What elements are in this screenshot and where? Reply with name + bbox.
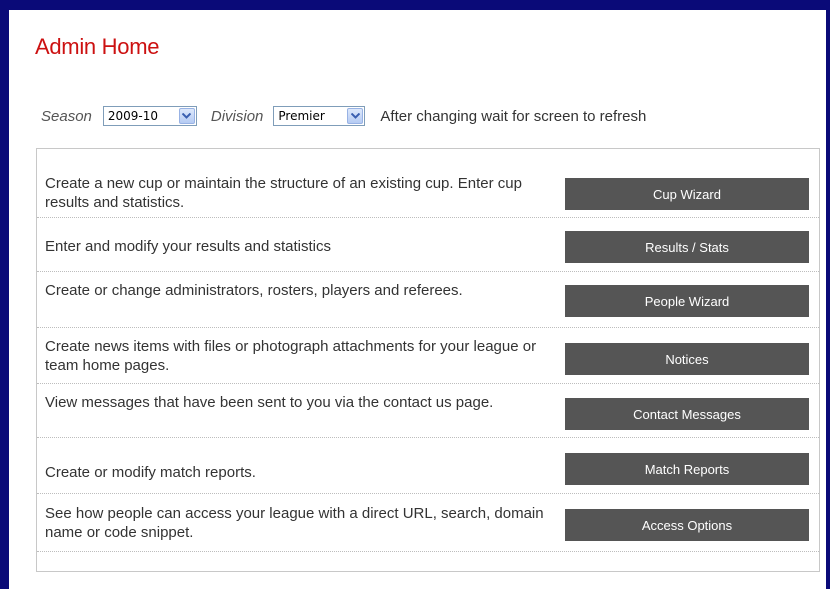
refresh-hint: After changing wait for screen to refres… xyxy=(380,107,647,125)
season-value: 2009-10 xyxy=(107,109,159,123)
people-wizard-button[interactable]: People Wizard xyxy=(565,285,809,317)
page-title: Admin Home xyxy=(35,34,160,59)
table-row: Create or change administrators, rosters… xyxy=(37,272,819,328)
table-row: View messages that have been sent to you… xyxy=(37,384,819,438)
window-frame-right xyxy=(826,0,830,589)
table-row: Enter and modify your results and statis… xyxy=(37,218,819,272)
row-description: Create or change administrators, rosters… xyxy=(45,282,463,299)
cup-wizard-button[interactable]: Cup Wizard xyxy=(565,178,809,210)
chevron-down-icon[interactable] xyxy=(347,108,364,124)
notices-button[interactable]: Notices xyxy=(565,343,809,375)
table-row: See how people can access your league wi… xyxy=(37,494,819,552)
division-label: Division xyxy=(210,107,264,125)
division-select[interactable]: Premier xyxy=(273,106,366,126)
row-description: Enter and modify your results and statis… xyxy=(45,238,331,255)
chevron-down-icon[interactable] xyxy=(178,108,195,124)
window-frame-left xyxy=(0,0,9,589)
table-row: Create news items with files or photogra… xyxy=(37,328,819,384)
row-description: See how people can access your league wi… xyxy=(45,505,544,541)
window-frame-top xyxy=(0,0,830,10)
row-description: View messages that have been sent to you… xyxy=(45,394,494,411)
table-row: Create a new cup or maintain the structu… xyxy=(37,149,819,218)
row-description: Create a new cup or maintain the structu… xyxy=(45,175,522,211)
division-value: Premier xyxy=(278,109,325,123)
contact-messages-button[interactable]: Contact Messages xyxy=(565,398,809,430)
table-row: Create or modify match reports. Match Re… xyxy=(37,438,819,494)
row-description: Create or modify match reports. xyxy=(45,464,256,481)
season-select[interactable]: 2009-10 xyxy=(102,106,197,126)
match-reports-button[interactable]: Match Reports xyxy=(565,453,809,485)
row-description: Create news items with files or photogra… xyxy=(45,338,537,374)
results-stats-button[interactable]: Results / Stats xyxy=(565,231,809,263)
season-label: Season xyxy=(41,107,92,125)
admin-actions-panel: Create a new cup or maintain the structu… xyxy=(36,148,820,572)
filter-bar: Season 2009-10 Division Premier After ch… xyxy=(41,104,646,128)
access-options-button[interactable]: Access Options xyxy=(565,509,809,541)
